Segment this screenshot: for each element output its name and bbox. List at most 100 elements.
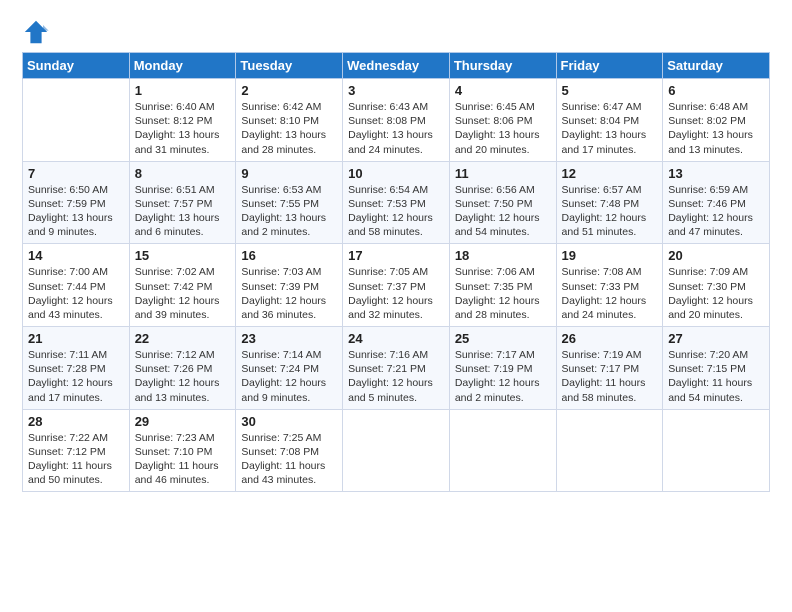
- day-number: 26: [562, 331, 658, 346]
- day-number: 11: [455, 166, 551, 181]
- day-number: 24: [348, 331, 444, 346]
- cell-info: Sunrise: 6:54 AMSunset: 7:53 PMDaylight:…: [348, 183, 444, 240]
- day-number: 13: [668, 166, 764, 181]
- calendar-cell: 18 Sunrise: 7:06 AMSunset: 7:35 PMDayligh…: [449, 244, 556, 327]
- day-number: 5: [562, 83, 658, 98]
- day-number: 28: [28, 414, 124, 429]
- day-number: 29: [135, 414, 231, 429]
- calendar-header-row: SundayMondayTuesdayWednesdayThursdayFrid…: [23, 53, 770, 79]
- calendar-cell: 11 Sunrise: 6:56 AMSunset: 7:50 PMDayligh…: [449, 161, 556, 244]
- header: [22, 18, 770, 46]
- calendar-cell: 3 Sunrise: 6:43 AMSunset: 8:08 PMDaylight…: [343, 79, 450, 162]
- calendar-cell: 27 Sunrise: 7:20 AMSunset: 7:15 PMDayligh…: [663, 327, 770, 410]
- cell-info: Sunrise: 7:14 AMSunset: 7:24 PMDaylight:…: [241, 348, 337, 405]
- calendar-cell: [23, 79, 130, 162]
- calendar-cell: 9Sunrise: 6:53 AMSunset: 7:55 PMDaylight…: [236, 161, 343, 244]
- day-header-thursday: Thursday: [449, 53, 556, 79]
- cell-info: Sunrise: 6:59 AMSunset: 7:46 PMDaylight:…: [668, 183, 764, 240]
- cell-info: Sunrise: 7:02 AMSunset: 7:42 PMDaylight:…: [135, 265, 231, 322]
- day-number: 15: [135, 248, 231, 263]
- calendar-cell: 12 Sunrise: 6:57 AMSunset: 7:48 PMDayligh…: [556, 161, 663, 244]
- calendar-cell: 2 Sunrise: 6:42 AMSunset: 8:10 PMDaylight…: [236, 79, 343, 162]
- cell-info: Sunrise: 6:42 AMSunset: 8:10 PMDaylight:…: [241, 100, 337, 157]
- calendar-cell: 5 Sunrise: 6:47 AMSunset: 8:04 PMDaylight…: [556, 79, 663, 162]
- day-header-tuesday: Tuesday: [236, 53, 343, 79]
- cell-info: Sunrise: 7:00 AMSunset: 7:44 PMDaylight:…: [28, 265, 124, 322]
- calendar-cell: 8 Sunrise: 6:51 AMSunset: 7:57 PMDaylight…: [129, 161, 236, 244]
- cell-info: Sunrise: 7:03 AMSunset: 7:39 PMDaylight:…: [241, 265, 337, 322]
- calendar-cell: 29 Sunrise: 7:23 AMSunset: 7:10 PMDayligh…: [129, 409, 236, 492]
- day-number: 2: [241, 83, 337, 98]
- day-number: 14: [28, 248, 124, 263]
- cell-info: Sunrise: 6:51 AMSunset: 7:57 PMDaylight:…: [135, 183, 231, 240]
- cell-info: Sunrise: 7:23 AMSunset: 7:10 PMDaylight:…: [135, 431, 231, 488]
- calendar: SundayMondayTuesdayWednesdayThursdayFrid…: [22, 52, 770, 492]
- calendar-cell: [556, 409, 663, 492]
- calendar-cell: 14 Sunrise: 7:00 AMSunset: 7:44 PMDayligh…: [23, 244, 130, 327]
- calendar-cell: 10 Sunrise: 6:54 AMSunset: 7:53 PMDayligh…: [343, 161, 450, 244]
- calendar-cell: 4 Sunrise: 6:45 AMSunset: 8:06 PMDaylight…: [449, 79, 556, 162]
- day-number: 21: [28, 331, 124, 346]
- cell-info: Sunrise: 7:16 AMSunset: 7:21 PMDaylight:…: [348, 348, 444, 405]
- calendar-cell: [343, 409, 450, 492]
- day-number: 30: [241, 414, 337, 429]
- day-number: 27: [668, 331, 764, 346]
- cell-info: Sunrise: 6:45 AMSunset: 8:06 PMDaylight:…: [455, 100, 551, 157]
- calendar-cell: 23 Sunrise: 7:14 AMSunset: 7:24 PMDayligh…: [236, 327, 343, 410]
- day-number: 23: [241, 331, 337, 346]
- calendar-cell: 13 Sunrise: 6:59 AMSunset: 7:46 PMDayligh…: [663, 161, 770, 244]
- calendar-cell: 1 Sunrise: 6:40 AMSunset: 8:12 PMDaylight…: [129, 79, 236, 162]
- cell-info: Sunrise: 7:22 AMSunset: 7:12 PMDaylight:…: [28, 431, 124, 488]
- cell-info: Sunrise: 6:43 AMSunset: 8:08 PMDaylight:…: [348, 100, 444, 157]
- calendar-week-row: 14 Sunrise: 7:00 AMSunset: 7:44 PMDayligh…: [23, 244, 770, 327]
- cell-info: Sunrise: 6:50 AMSunset: 7:59 PMDaylight:…: [28, 183, 124, 240]
- calendar-cell: 17Sunrise: 7:05 AMSunset: 7:37 PMDayligh…: [343, 244, 450, 327]
- calendar-cell: 28 Sunrise: 7:22 AMSunset: 7:12 PMDayligh…: [23, 409, 130, 492]
- cell-info: Sunrise: 6:56 AMSunset: 7:50 PMDaylight:…: [455, 183, 551, 240]
- logo-icon: [22, 18, 50, 46]
- cell-info: Sunrise: 7:17 AMSunset: 7:19 PMDaylight:…: [455, 348, 551, 405]
- calendar-cell: 21 Sunrise: 7:11 AMSunset: 7:28 PMDayligh…: [23, 327, 130, 410]
- calendar-cell: 7Sunrise: 6:50 AMSunset: 7:59 PMDaylight…: [23, 161, 130, 244]
- day-header-saturday: Saturday: [663, 53, 770, 79]
- calendar-cell: 30 Sunrise: 7:25 AMSunset: 7:08 PMDayligh…: [236, 409, 343, 492]
- calendar-cell: 15 Sunrise: 7:02 AMSunset: 7:42 PMDayligh…: [129, 244, 236, 327]
- calendar-cell: 24 Sunrise: 7:16 AMSunset: 7:21 PMDayligh…: [343, 327, 450, 410]
- cell-info: Sunrise: 7:20 AMSunset: 7:15 PMDaylight:…: [668, 348, 764, 405]
- day-number: 12: [562, 166, 658, 181]
- calendar-cell: 22Sunrise: 7:12 AMSunset: 7:26 PMDayligh…: [129, 327, 236, 410]
- calendar-cell: 20Sunrise: 7:09 AMSunset: 7:30 PMDayligh…: [663, 244, 770, 327]
- calendar-week-row: 28 Sunrise: 7:22 AMSunset: 7:12 PMDayligh…: [23, 409, 770, 492]
- day-header-sunday: Sunday: [23, 53, 130, 79]
- calendar-cell: 6 Sunrise: 6:48 AMSunset: 8:02 PMDaylight…: [663, 79, 770, 162]
- day-number: 1: [135, 83, 231, 98]
- day-number: 22: [135, 331, 231, 346]
- day-number: 19: [562, 248, 658, 263]
- day-number: 4: [455, 83, 551, 98]
- calendar-week-row: 21 Sunrise: 7:11 AMSunset: 7:28 PMDayligh…: [23, 327, 770, 410]
- calendar-cell: [663, 409, 770, 492]
- cell-info: Sunrise: 7:06 AMSunset: 7:35 PMDaylight:…: [455, 265, 551, 322]
- day-number: 18: [455, 248, 551, 263]
- cell-info: Sunrise: 7:11 AMSunset: 7:28 PMDaylight:…: [28, 348, 124, 405]
- day-number: 3: [348, 83, 444, 98]
- calendar-cell: 25Sunrise: 7:17 AMSunset: 7:19 PMDayligh…: [449, 327, 556, 410]
- day-header-wednesday: Wednesday: [343, 53, 450, 79]
- cell-info: Sunrise: 7:19 AMSunset: 7:17 PMDaylight:…: [562, 348, 658, 405]
- cell-info: Sunrise: 6:40 AMSunset: 8:12 PMDaylight:…: [135, 100, 231, 157]
- cell-info: Sunrise: 6:48 AMSunset: 8:02 PMDaylight:…: [668, 100, 764, 157]
- logo: [22, 18, 52, 46]
- day-number: 10: [348, 166, 444, 181]
- cell-info: Sunrise: 7:25 AMSunset: 7:08 PMDaylight:…: [241, 431, 337, 488]
- calendar-cell: 16 Sunrise: 7:03 AMSunset: 7:39 PMDayligh…: [236, 244, 343, 327]
- day-number: 6: [668, 83, 764, 98]
- calendar-week-row: 1 Sunrise: 6:40 AMSunset: 8:12 PMDaylight…: [23, 79, 770, 162]
- cell-info: Sunrise: 7:09 AMSunset: 7:30 PMDaylight:…: [668, 265, 764, 322]
- cell-info: Sunrise: 6:47 AMSunset: 8:04 PMDaylight:…: [562, 100, 658, 157]
- calendar-week-row: 7Sunrise: 6:50 AMSunset: 7:59 PMDaylight…: [23, 161, 770, 244]
- calendar-cell: 19Sunrise: 7:08 AMSunset: 7:33 PMDayligh…: [556, 244, 663, 327]
- day-number: 8: [135, 166, 231, 181]
- cell-info: Sunrise: 6:57 AMSunset: 7:48 PMDaylight:…: [562, 183, 658, 240]
- day-number: 16: [241, 248, 337, 263]
- day-number: 17: [348, 248, 444, 263]
